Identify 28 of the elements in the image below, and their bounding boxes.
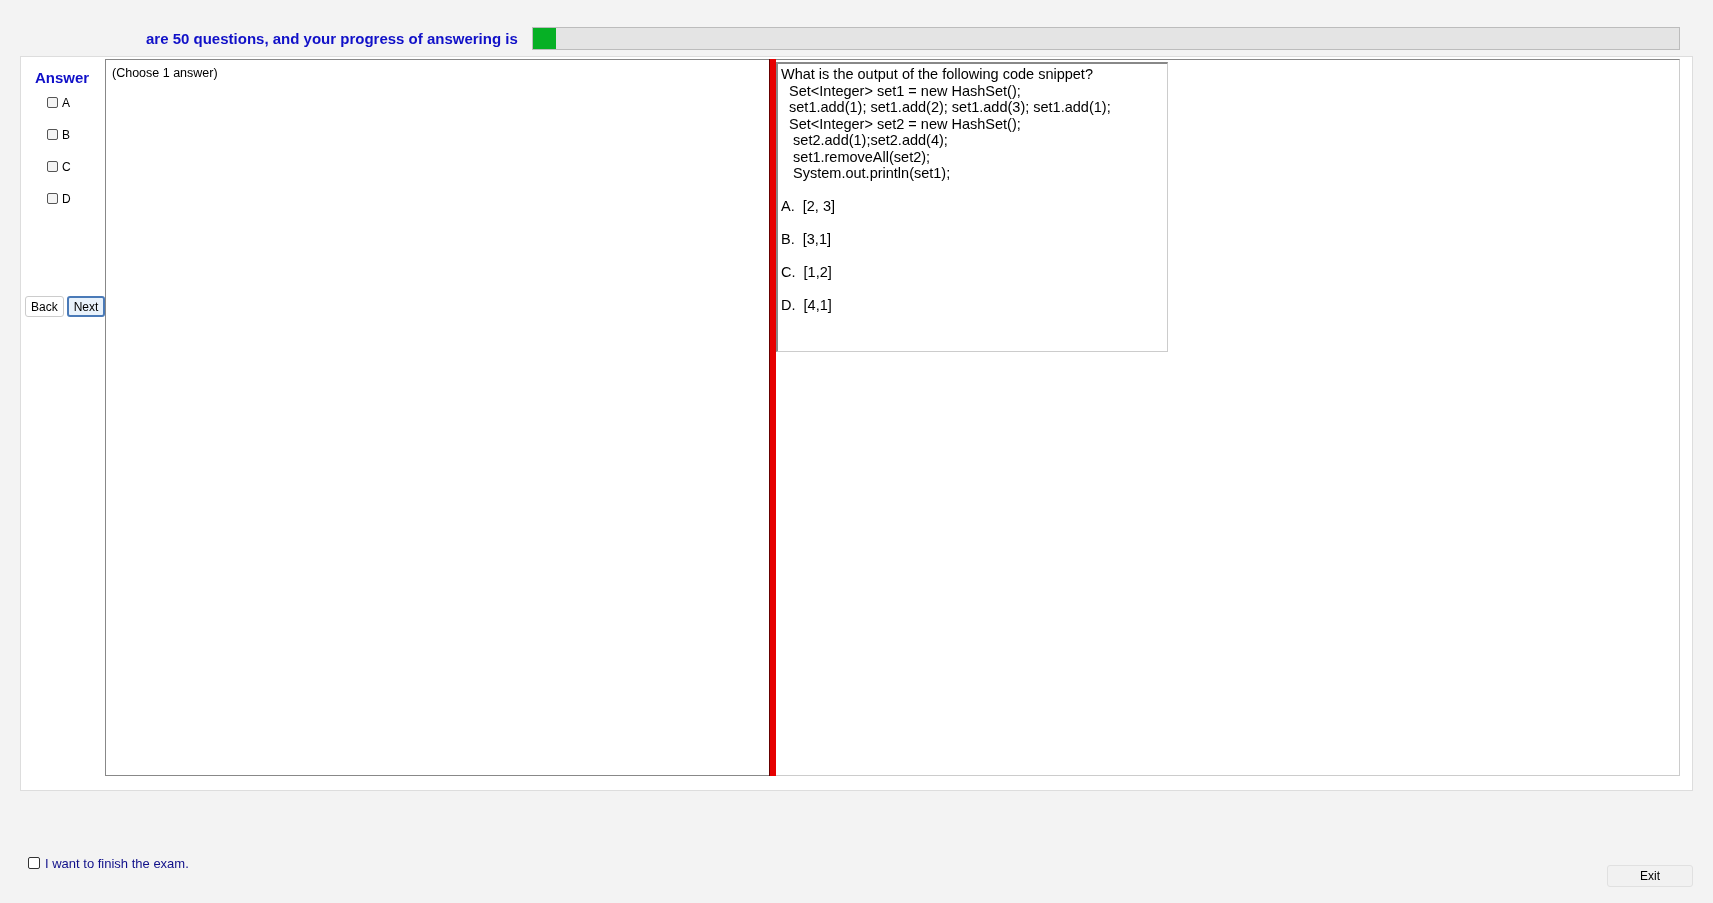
instruction-text: (Choose 1 answer)	[112, 66, 218, 80]
checkbox[interactable]	[28, 857, 40, 869]
answer-choice: B. [3,1]	[781, 230, 832, 248]
option-label: C	[62, 159, 71, 174]
answer-choice: C. [1,2]	[781, 263, 833, 281]
question-text: set2.add(1);set2.add(4);	[792, 132, 949, 149]
question-text: set1.add(1); set1.add(2); set1.add(3); set1.add(1);	[788, 99, 1112, 116]
checkbox[interactable]	[47, 129, 58, 140]
option-label: D	[62, 191, 71, 206]
answer-choice: D. [4,1]	[781, 296, 833, 314]
checkbox[interactable]	[47, 161, 58, 172]
progress-label: are 50 questions, and your progress of answering is	[146, 29, 518, 47]
question-text: What is the output of the following code snippet?	[781, 66, 1094, 83]
option-label: A	[62, 95, 70, 110]
answer-choice: A. [2, 3]	[781, 197, 836, 215]
splitter-bar[interactable]	[769, 59, 776, 776]
question-text: Set<Integer> set1 = new HashSet();	[788, 82, 1022, 99]
exit-button[interactable]: Exit	[1607, 865, 1693, 887]
option-label: B	[62, 127, 70, 142]
next-button[interactable]: Next	[66, 296, 106, 317]
checkbox[interactable]	[47, 193, 58, 204]
back-button[interactable]: Back	[25, 296, 64, 317]
checkbox[interactable]	[47, 97, 58, 108]
answer-heading: Answer	[35, 69, 91, 86]
question-text: set1.removeAll(set2);	[792, 148, 932, 165]
question-text: Set<Integer> set2 = new HashSet();	[788, 115, 1022, 132]
question-text: System.out.println(set1);	[792, 165, 952, 182]
finish-label: I want to finish the exam.	[45, 855, 189, 871]
